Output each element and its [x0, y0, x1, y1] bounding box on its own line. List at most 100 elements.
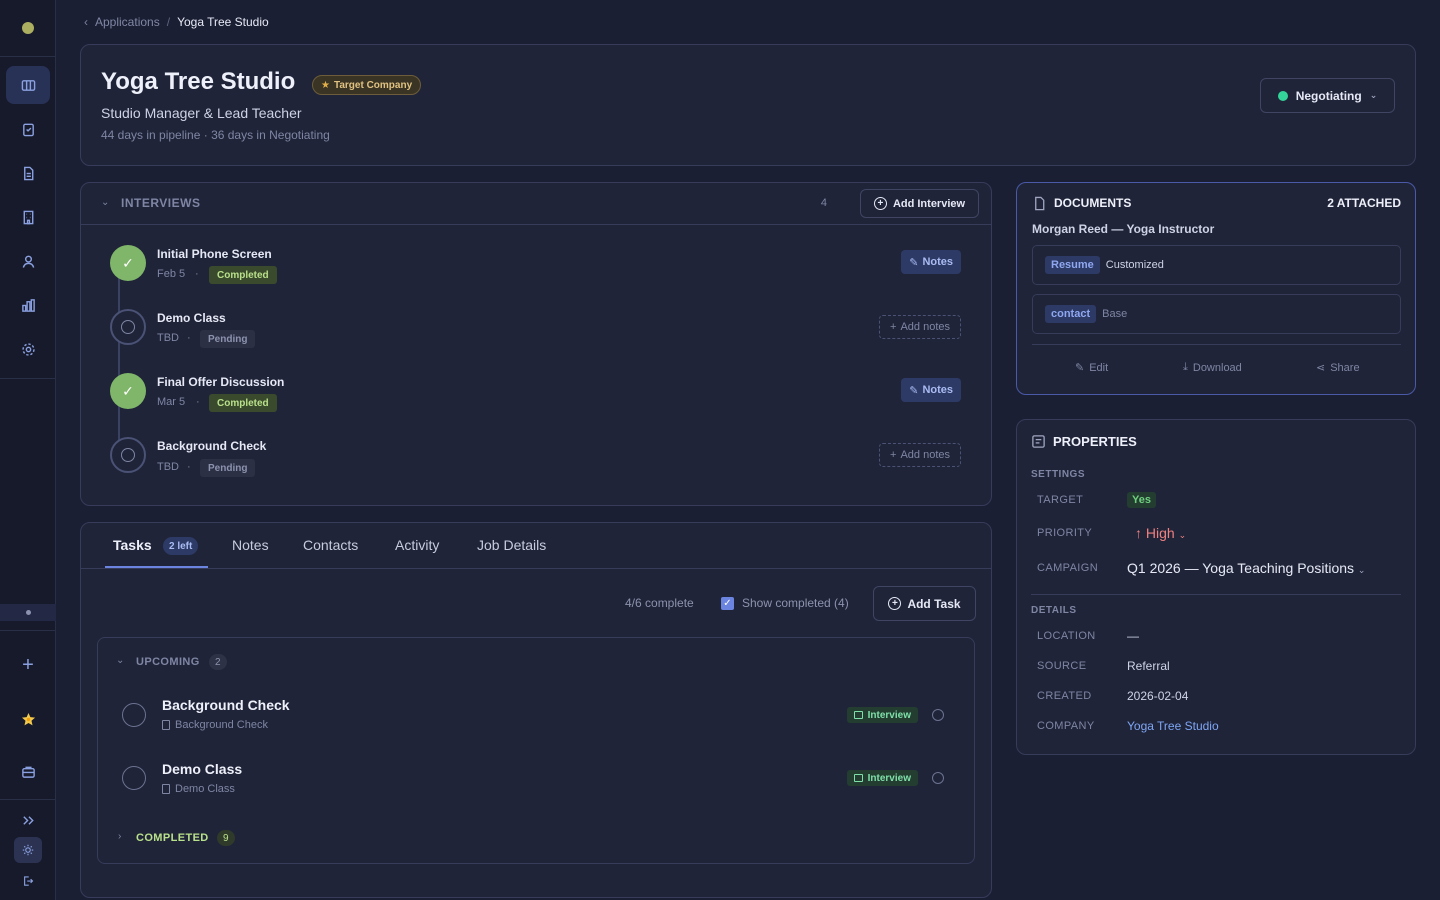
interview-status-badge: Completed	[209, 394, 277, 412]
sidebar-favorites[interactable]	[6, 700, 50, 738]
back-chevron-icon[interactable]: ‹	[84, 15, 88, 29]
edit-document-button[interactable]: ✎ Edit	[1075, 361, 1109, 375]
interview-notes-button[interactable]: ✎ Notes	[901, 250, 961, 274]
add-notes-label: Add notes	[900, 449, 950, 461]
sidebar-item-contacts[interactable]	[6, 242, 50, 280]
sidebar-item-board[interactable]	[6, 66, 50, 104]
task-checkbox[interactable]	[122, 766, 146, 790]
interview-name: Demo Class	[157, 311, 226, 325]
notes-label: Notes	[922, 256, 953, 268]
star-icon	[21, 712, 35, 725]
task-type-badge: Interview	[846, 770, 918, 786]
breadcrumb-applications[interactable]: Applications	[95, 15, 160, 29]
upcoming-group-title[interactable]: UPCOMING	[136, 656, 200, 668]
timeline-line	[118, 263, 120, 455]
chevron-right-icon[interactable]: ›	[118, 831, 121, 842]
app-logo[interactable]	[22, 22, 34, 34]
task-checkbox[interactable]	[122, 703, 146, 727]
sidebar-jobs[interactable]	[6, 752, 50, 790]
sidebar-item-documents[interactable]	[6, 154, 50, 192]
sun-icon	[22, 844, 34, 856]
clock-icon[interactable]	[932, 772, 944, 784]
logout-icon	[24, 876, 34, 886]
sidebar-add-button[interactable]: +	[6, 646, 50, 684]
location-value[interactable]: —	[1127, 629, 1139, 643]
building-icon	[23, 210, 33, 224]
download-document-button[interactable]: ⤓ Download	[1183, 361, 1242, 374]
pending-circle-icon	[110, 309, 146, 345]
document-row[interactable]: Resume Customized	[1032, 245, 1401, 285]
logout-button[interactable]	[14, 868, 42, 894]
breadcrumb: ‹ Applications / Yoga Tree Studio	[84, 15, 269, 29]
add-interview-button[interactable]: + Add Interview	[860, 189, 979, 218]
completed-group-title[interactable]: COMPLETED	[136, 832, 209, 844]
add-task-button[interactable]: + Add Task	[873, 586, 976, 621]
details-section-label: DETAILS	[1031, 605, 1077, 616]
sidebar-item-settings[interactable]	[6, 330, 50, 368]
add-task-label: Add Task	[907, 596, 961, 611]
documents-owner: Morgan Reed — Yoga Instructor	[1032, 222, 1215, 236]
priority-value: High	[1145, 525, 1175, 541]
sidebar-item-tasks[interactable]	[6, 110, 50, 148]
target-badge-label: Target Company	[333, 79, 413, 91]
show-completed-label[interactable]: Show completed (4)	[742, 596, 849, 610]
tab-notes[interactable]: Notes	[232, 537, 269, 553]
properties-section: PROPERTIES SETTINGS TARGET Yes PRIORITY …	[1016, 419, 1416, 755]
task-subtitle: Background Check	[162, 719, 268, 731]
sidebar: +	[0, 0, 56, 900]
interview-name: Background Check	[157, 439, 267, 453]
priority-dropdown[interactable]: ↑ High ⌄	[1135, 525, 1186, 541]
sidebar-item-analytics[interactable]	[6, 286, 50, 324]
interview-date: Feb 5	[157, 268, 186, 280]
sidebar-expand-button[interactable]	[6, 801, 50, 839]
company-link[interactable]: Yoga Tree Studio	[1127, 719, 1219, 733]
interview-add-notes-button[interactable]: + Add notes	[879, 315, 961, 339]
task-type-badge: Interview	[846, 707, 918, 723]
breadcrumb-current: Yoga Tree Studio	[177, 15, 269, 29]
tab-activity[interactable]: Activity	[395, 537, 439, 553]
task-title[interactable]: Demo Class	[162, 761, 242, 777]
share-document-button[interactable]: ⋖ Share	[1316, 361, 1360, 375]
tab-contacts[interactable]: Contacts	[303, 537, 358, 553]
company-label: COMPANY	[1037, 720, 1095, 732]
download-icon: ⤓	[1183, 361, 1188, 373]
campaign-dropdown[interactable]: Q1 2026 — Yoga Teaching Positions ⌄	[1127, 560, 1365, 576]
chevron-down-icon: ⌄	[1357, 565, 1366, 575]
target-company-badge: ★ Target Company	[312, 75, 422, 95]
tab-tasks[interactable]: Tasks	[113, 537, 152, 553]
interview-name: Initial Phone Screen	[157, 247, 272, 261]
target-yes-badge[interactable]: Yes	[1127, 492, 1156, 508]
task-progress: 4/6 complete	[625, 596, 694, 610]
interview-add-notes-button[interactable]: + Add notes	[879, 443, 961, 467]
priority-label: PRIORITY	[1037, 527, 1093, 539]
pending-circle-icon	[110, 437, 146, 473]
briefcase-icon	[21, 766, 35, 778]
documents-section: DOCUMENTS 2 ATTACHED Morgan Reed — Yoga …	[1016, 182, 1416, 395]
properties-title: PROPERTIES	[1053, 434, 1137, 449]
tab-job-details[interactable]: Job Details	[477, 537, 546, 553]
chevron-down-icon[interactable]: ⌄	[101, 197, 109, 208]
interview-notes-button[interactable]: ✎ Notes	[901, 378, 961, 402]
interviews-title: INTERVIEWS	[121, 196, 201, 210]
tab-bar: Tasks 2 left Notes Contacts Activity Job…	[81, 523, 991, 569]
campaign-value: Q1 2026 — Yoga Teaching Positions	[1127, 560, 1355, 576]
created-label: CREATED	[1037, 690, 1092, 702]
document-row[interactable]: contact Base	[1032, 294, 1401, 334]
sidebar-item-companies[interactable]	[6, 198, 50, 236]
sidebar-collapse-handle[interactable]	[0, 604, 56, 621]
show-completed-checkbox[interactable]: ✓	[721, 597, 734, 610]
edit-icon: ✎	[909, 256, 919, 269]
plus-circle-icon: +	[873, 197, 887, 210]
status-dot-icon	[1277, 90, 1288, 101]
document-icon	[1035, 196, 1045, 211]
job-role: Studio Manager & Lead Teacher	[101, 105, 302, 121]
source-value[interactable]: Referral	[1127, 659, 1170, 673]
task-title[interactable]: Background Check	[162, 697, 290, 713]
status-dropdown[interactable]: Negotiating ⌄	[1260, 78, 1395, 113]
clock-icon[interactable]	[932, 709, 944, 721]
edit-label: Edit	[1089, 361, 1109, 374]
chevron-down-icon[interactable]: ⌄	[116, 655, 124, 666]
interviews-header[interactable]: ⌄ INTERVIEWS 4 + Add Interview	[81, 183, 991, 225]
theme-toggle[interactable]	[14, 837, 42, 863]
location-label: LOCATION	[1037, 630, 1096, 642]
